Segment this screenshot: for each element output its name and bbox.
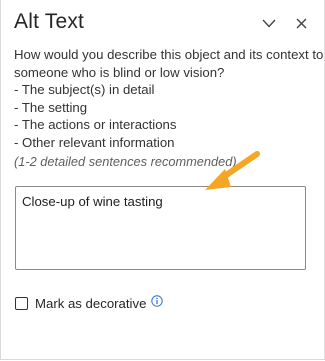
instructions-bullet: - The subject(s) in detail <box>14 82 155 97</box>
instructions-line: How would you describe this object and i… <box>14 47 324 62</box>
close-pane-button[interactable] <box>289 12 313 34</box>
mark-decorative-label[interactable]: Mark as decorative <box>35 296 146 311</box>
instructions-bullet: - The actions or interactions <box>14 117 177 132</box>
alt-text-input[interactable]: Close-up of wine tasting <box>15 186 306 270</box>
chevron-down-icon <box>262 19 276 27</box>
collapse-pane-button[interactable] <box>257 12 281 34</box>
instructions-line: someone who is blind or low vision? <box>14 64 225 80</box>
alt-text-pane: Alt Text How would you describe this obj… <box>0 0 325 360</box>
instructions-bullet: - The setting <box>14 99 88 115</box>
mark-decorative-checkbox[interactable] <box>15 297 28 310</box>
annotation-arrow-icon <box>205 151 260 190</box>
info-icon[interactable] <box>151 294 164 307</box>
instructions-bullet: - Other relevant information <box>14 134 175 150</box>
pane-title: Alt Text <box>14 10 85 33</box>
instructions-text: How would you describe this object and i… <box>14 46 324 151</box>
decorative-option: Mark as decorative <box>15 294 164 311</box>
close-icon <box>296 18 306 28</box>
